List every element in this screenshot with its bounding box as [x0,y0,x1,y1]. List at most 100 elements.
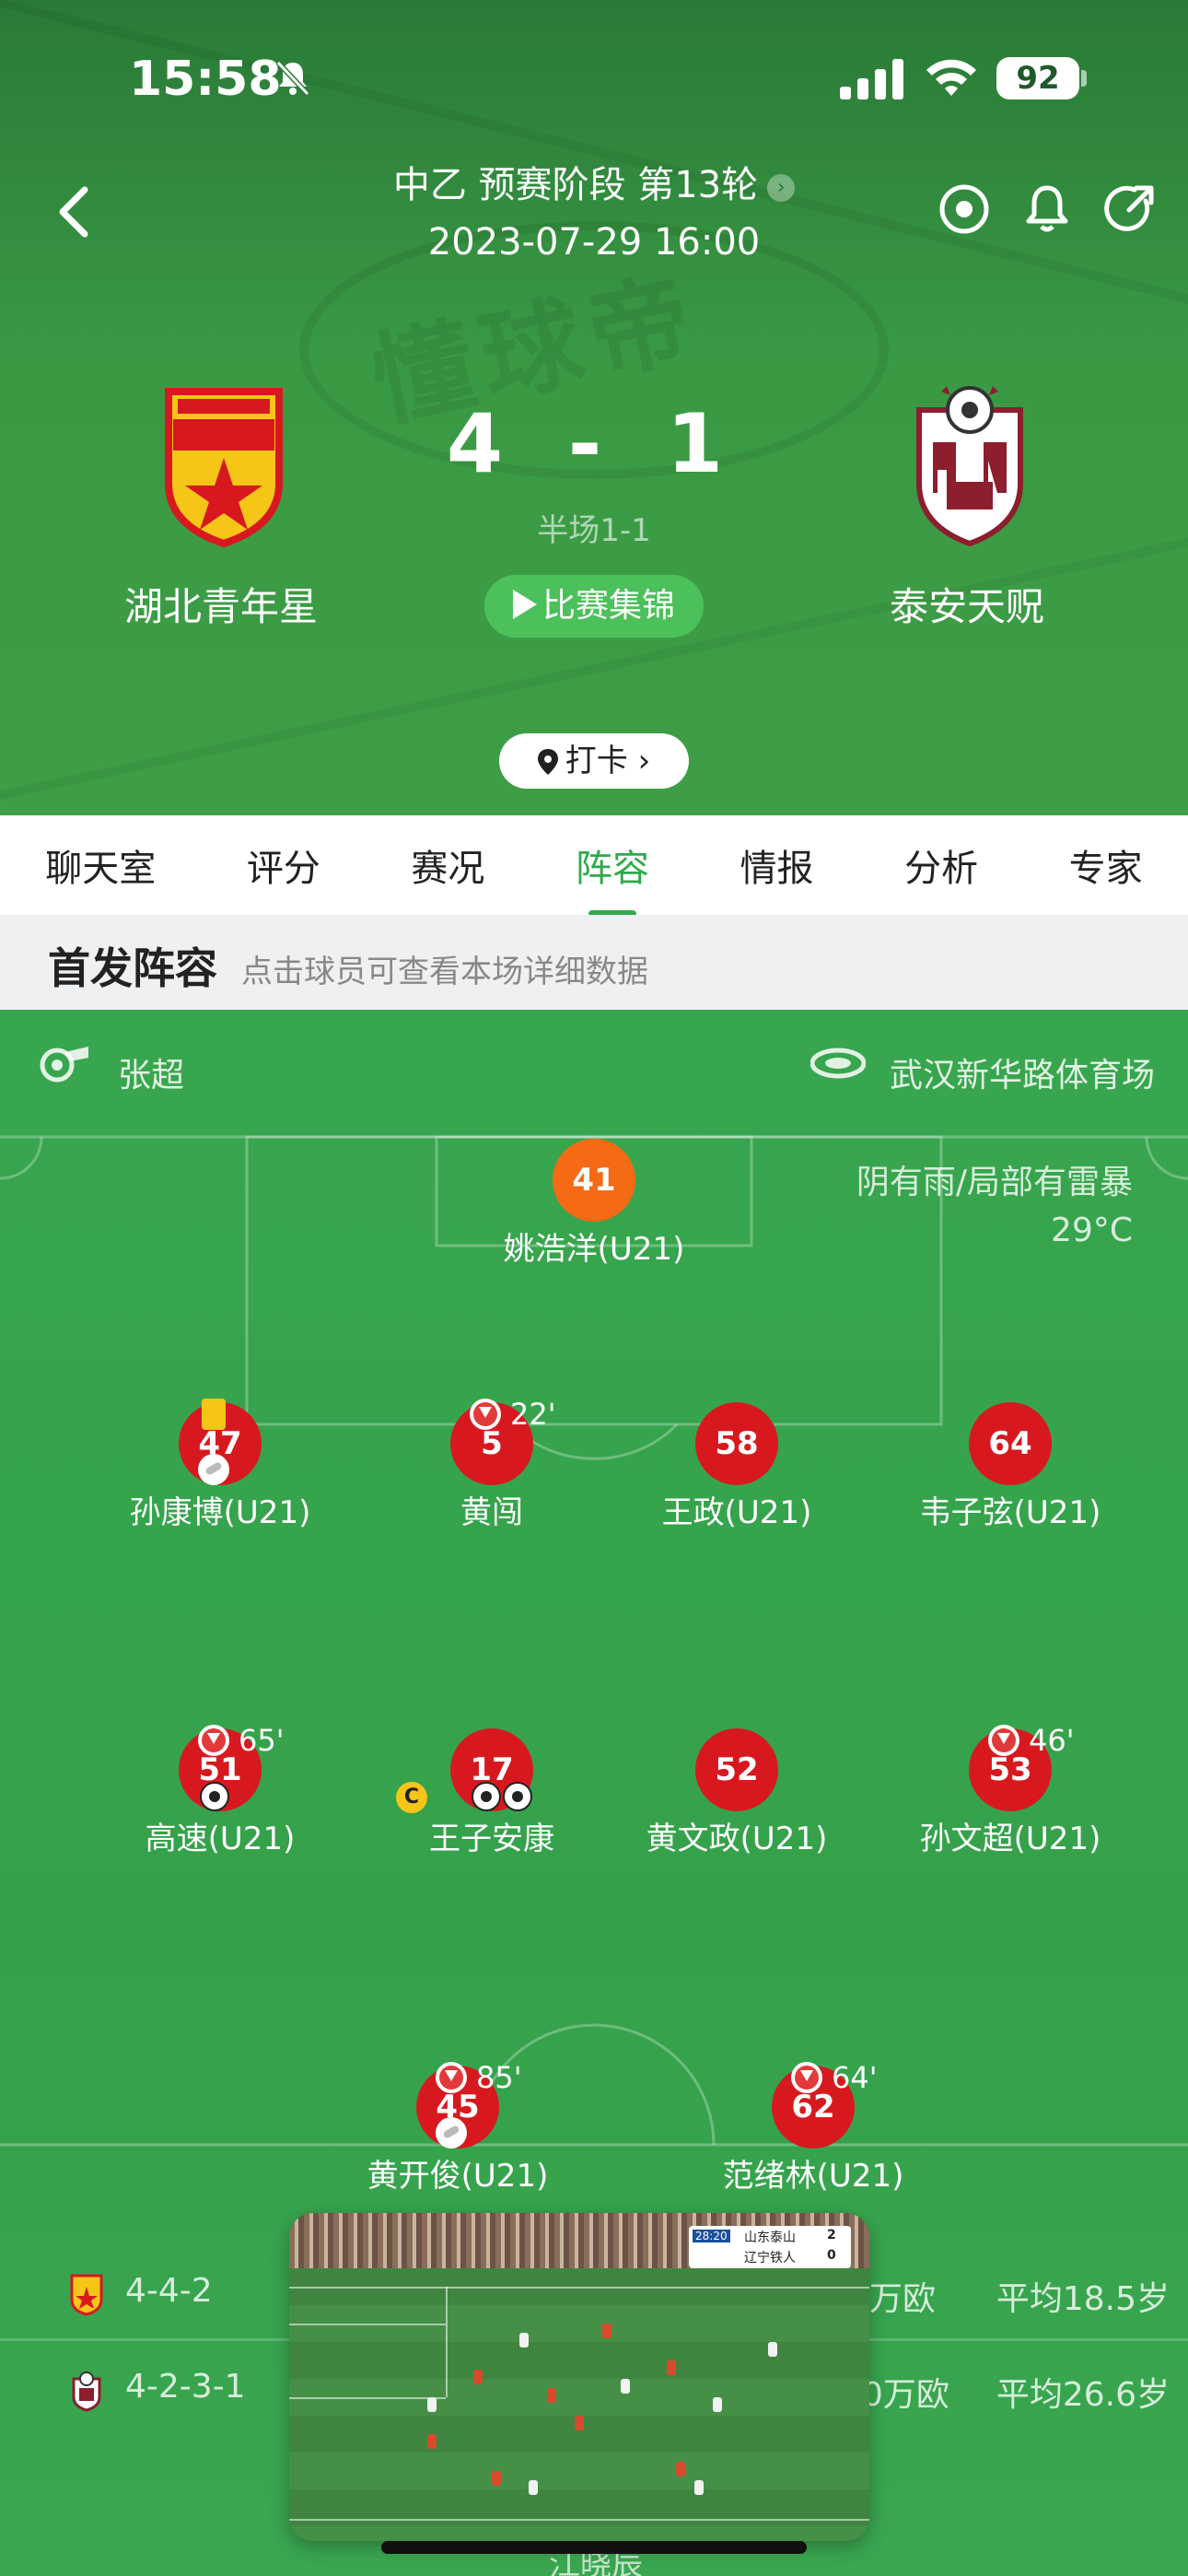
signal-icon [840,59,903,100]
chevron-right-icon: › [767,174,796,202]
sub-time: 85' [476,2060,522,2095]
video-pip-player[interactable]: 28:20 山东泰山 2 辽宁铁人 0 [289,2213,869,2541]
video-away-team: 辽宁铁人 [744,2251,796,2266]
temperature-text: 29°C [1051,1212,1133,1249]
home-team-mini-logo [70,2274,103,2316]
player-card[interactable]: 5 22' 黄闯 [381,1397,602,1531]
sub-time: 46' [1029,1723,1075,1758]
share-icon[interactable] [1101,181,1159,238]
home-formation: 4-4-2 [125,2272,213,2310]
player-name: 孙康博(U21) [129,1494,311,1531]
home-team-name[interactable]: 湖北青年星 [37,576,405,632]
tab-chatroom[interactable]: 聊天室 [36,838,165,892]
sub-out-icon [436,2062,467,2093]
stadium-icon [810,1048,866,1079]
sub-out-icon [791,2062,822,2093]
player-card[interactable]: 51 65' 高速(U21) [110,1723,331,1857]
sub-time: 65' [239,1723,285,1758]
away-team-logo[interactable] [891,373,1048,548]
player-card[interactable]: 45 85' 黄开俊(U21) [347,2060,568,2195]
player-name: 韦子弦(U21) [919,1494,1101,1531]
checkin-button[interactable]: 打卡 › [499,733,689,789]
goal-ball-icon [503,1782,532,1811]
video-clock: 28:20 [693,2230,730,2242]
location-pin-icon [537,749,558,775]
referee-venue-row: 张超 武汉新华路体育场 [0,1010,1188,1135]
player-number: 64 [969,1402,1052,1485]
video-player-dot [768,2342,777,2357]
tab-analysis[interactable]: 分析 [895,838,987,892]
tab-intel[interactable]: 情报 [731,838,823,892]
player-name: 孙文超(U21) [919,1821,1101,1857]
player-number: 41 [553,1139,635,1222]
video-player-dot [492,2471,501,2486]
player-name: 黄开俊(U21) [367,2158,549,2195]
video-field-line [289,2397,446,2399]
goal-ball-icon [200,1782,229,1811]
match-tabs: 聊天室 评分 赛况 阵容 情报 分析 专家 [0,815,1188,918]
sub-out-icon [470,1399,501,1430]
referee-name: 张超 [118,1057,185,1095]
match-round-label: 中乙 预赛阶段 第13轮 [392,164,759,206]
player-name: 范绪林(U21) [722,2158,904,2195]
player-name: 王政(U21) [661,1494,812,1531]
video-player-dot [676,2462,685,2476]
video-scorebug: 28:20 山东泰山 2 辽宁铁人 0 [689,2226,851,2268]
highlights-label: 比赛集锦 [542,587,675,625]
player-card[interactable]: 53 46' 孙文超(U21) [900,1723,1121,1857]
player-card[interactable]: 64 韦子弦(U21) [900,1402,1121,1531]
player-card[interactable]: 47 孙康博(U21) [110,1399,331,1531]
home-market-value: 万欧 [869,2280,937,2318]
video-field-line [289,2324,446,2325]
video-home-team: 山东泰山 [744,2231,796,2245]
tab-lineup[interactable]: 阵容 [566,838,658,918]
play-icon [512,590,537,619]
status-time: 15:58 [129,52,282,107]
sub-out-icon [198,1725,229,1756]
match-round-title[interactable]: 中乙 预赛阶段 第13轮 › [0,155,1188,208]
checkin-label: 打卡 › [565,743,651,779]
captain-badge: C [396,1782,427,1813]
sub-time: 22' [510,1397,556,1432]
player-card[interactable]: 62 64' 范绪林(U21) [703,2060,924,2195]
status-bar: 15:58 92 [0,0,1188,138]
video-player-dot [427,2434,437,2449]
away-average-age: 平均26.6岁 [996,2376,1170,2414]
assist-boot-icon [436,2117,467,2149]
video-field-line [289,2519,869,2521]
tab-live[interactable]: 赛况 [402,838,494,892]
match-datetime: 2023-07-29 16:00 [427,221,761,263]
away-team-name[interactable]: 泰安天贶 [783,576,1151,632]
stadium-name: 武汉新华路体育场 [889,1057,1155,1095]
highlights-button[interactable]: 比赛集锦 [484,575,704,638]
video-player-dot [621,2379,630,2394]
video-field [289,2268,869,2541]
video-player-dot [713,2397,722,2412]
battery-tip [1081,70,1087,87]
video-field-line [289,2287,869,2289]
video-player-dot [575,2416,584,2430]
whistle-icon [40,1047,88,1083]
video-player-dot [694,2480,704,2495]
player-card[interactable]: 17 C 王子安康 [381,1728,602,1857]
bell-icon[interactable] [1019,181,1076,238]
home-indicator[interactable] [381,2541,807,2554]
tab-experts[interactable]: 专家 [1060,838,1152,892]
player-card[interactable]: 41 姚浩洋(U21) [483,1139,705,1268]
goal-ball-icon [472,1782,501,1811]
mute-bell-icon [275,60,310,97]
section-title: 首发阵容 [48,943,217,993]
away-formation: 4-2-3-1 [125,2368,246,2406]
away-market-value: 0万欧 [862,2376,949,2414]
sub-time: 64' [832,2060,878,2095]
player-name: 王子安康 [429,1821,554,1857]
tab-ratings[interactable]: 评分 [238,838,330,892]
away-team-mini-logo [72,2371,101,2412]
video-player-dot [667,2360,676,2375]
player-card[interactable]: 58 王政(U21) [626,1402,847,1531]
video-player-dot [519,2333,529,2348]
follow-target-icon[interactable] [936,181,993,238]
player-name: 黄文政(U21) [646,1821,828,1857]
player-card[interactable]: 52 黄文政(U21) [626,1728,847,1857]
video-player-dot [473,2370,483,2384]
